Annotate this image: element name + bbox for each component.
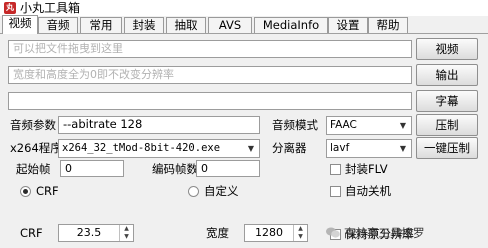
auto-shutdown-label: 自动关机	[345, 184, 391, 198]
video-button[interactable]: 视频	[416, 38, 478, 60]
width-label: 宽度	[206, 226, 229, 240]
crf-spinbox[interactable]: 23.5 ▲ ▼	[58, 224, 134, 242]
auto-shutdown-checkbox[interactable]	[330, 186, 341, 197]
start-frame-label: 起始帧	[16, 162, 51, 176]
audio-mode-value: FAAC	[330, 119, 357, 131]
tab-mux[interactable]: 封装	[124, 17, 164, 33]
output-file-input[interactable]: 宽度和高度全为0即不改变分辨率	[8, 66, 412, 84]
tab-common[interactable]: 常用	[80, 17, 122, 33]
custom-radio[interactable]	[188, 186, 199, 197]
one-click-compress-button[interactable]: 一键压制	[416, 137, 478, 159]
window-title: 小丸工具箱	[20, 1, 81, 15]
encode-frames-label: 编码帧数	[152, 162, 198, 176]
chevron-down-icon[interactable]: ▼	[397, 140, 409, 157]
watermark-text: 高效率工具搜罗	[344, 226, 425, 240]
audio-params-input[interactable]: --abitrate 128	[58, 116, 260, 134]
tab-video[interactable]: 视频	[2, 15, 38, 34]
start-frame-input[interactable]: 0	[60, 160, 124, 177]
crf-value-label: CRF	[20, 226, 43, 240]
app-logo-icon: 丸	[4, 2, 16, 14]
subtitle-button[interactable]: 字幕	[416, 90, 478, 112]
custom-radio-label: 自定义	[204, 184, 239, 198]
tab-extract[interactable]: 抽取	[166, 17, 206, 33]
crf-radio-label: CRF	[36, 184, 59, 198]
output-file-placeholder: 宽度和高度全为0即不改变分辨率	[13, 68, 174, 81]
crf-value: 23.5	[76, 226, 102, 239]
spin-arrows-icon[interactable]: ▲ ▼	[293, 225, 307, 241]
x264-program-select[interactable]: x264_32_tMod-8bit-420.exe ▼	[58, 139, 260, 158]
audio-mode-label: 音频模式	[272, 118, 318, 132]
width-value: 1280	[255, 226, 283, 239]
spin-arrows-icon[interactable]: ▲ ▼	[119, 225, 133, 241]
demuxer-select[interactable]: lavf ▼	[326, 139, 412, 158]
video-file-input[interactable]: 可以把文件拖曳到这里	[8, 40, 412, 58]
crf-radio[interactable]	[20, 186, 31, 197]
wechat-icon	[326, 227, 340, 238]
tab-mediainfo[interactable]: MediaInfo	[254, 17, 328, 33]
compress-button[interactable]: 压制	[416, 114, 478, 136]
tab-help[interactable]: 帮助	[368, 17, 408, 33]
demuxer-value: lavf	[330, 142, 350, 154]
x264-program-label: x264程序	[10, 141, 62, 155]
chevron-down-icon[interactable]: ▼	[245, 140, 257, 157]
flv-label: 封装FLV	[345, 162, 388, 176]
demuxer-label: 分离器	[272, 141, 307, 155]
tab-settings[interactable]: 设置	[328, 17, 368, 33]
subtitle-file-input[interactable]	[8, 92, 412, 110]
x264-program-value: x264_32_tMod-8bit-420.exe	[62, 142, 221, 154]
flv-checkbox[interactable]	[330, 164, 341, 175]
tab-audio[interactable]: 音频	[38, 17, 78, 33]
video-file-placeholder: 可以把文件拖曳到这里	[13, 42, 123, 55]
output-button[interactable]: 输出	[416, 64, 478, 86]
width-spinbox[interactable]: 1280 ▲ ▼	[244, 224, 308, 242]
audio-params-label: 音频参数	[10, 118, 56, 132]
tab-avs[interactable]: AVS	[208, 17, 252, 33]
encode-frames-input[interactable]: 0	[196, 160, 260, 177]
chevron-down-icon[interactable]: ▼	[397, 117, 409, 134]
audio-mode-select[interactable]: FAAC ▼	[326, 116, 412, 135]
